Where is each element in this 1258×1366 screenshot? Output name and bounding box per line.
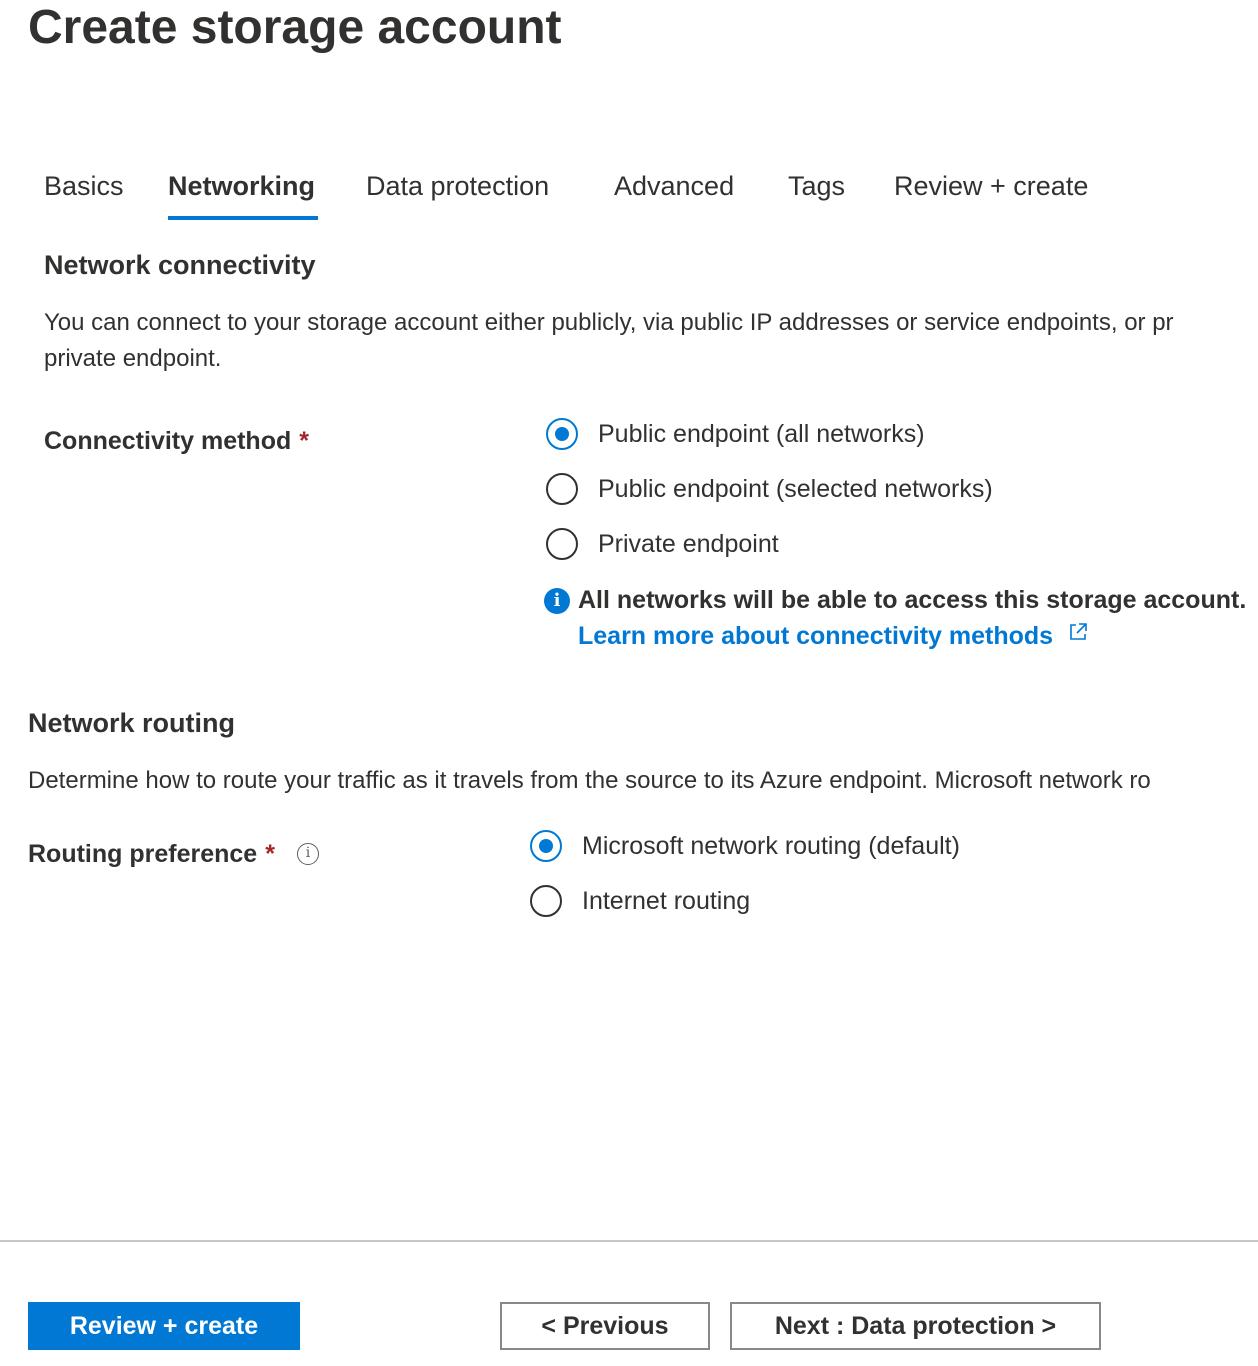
- learn-more-connectivity-link[interactable]: Learn more about connectivity methods: [578, 618, 1088, 654]
- previous-button[interactable]: < Previous: [500, 1302, 710, 1350]
- network-connectivity-heading: Network connectivity: [44, 250, 316, 280]
- network-connectivity-description-line2: private endpoint.: [44, 345, 222, 372]
- radio-button-checked[interactable]: [530, 830, 562, 862]
- radio-label: Public endpoint (all networks): [598, 419, 925, 448]
- connectivity-method-label: Connectivity method *: [44, 423, 309, 459]
- radio-private-endpoint[interactable]: Private endpoint: [546, 524, 993, 564]
- learn-more-link-text: Learn more about connectivity methods: [578, 622, 1054, 650]
- routing-preference-label-text: Routing preference: [28, 840, 258, 868]
- routing-preference-radio-group: Microsoft network routing (default) Inte…: [530, 826, 960, 921]
- radio-button[interactable]: [546, 528, 578, 560]
- radio-public-endpoint-selected[interactable]: Public endpoint (selected networks): [546, 469, 993, 509]
- network-routing-description: Determine how to route your traffic as i…: [28, 767, 1151, 794]
- connectivity-info-message: All networks will be able to access this…: [578, 586, 1247, 614]
- radio-label: Internet routing: [582, 886, 751, 915]
- connectivity-method-radio-group: Public endpoint (all networks) Public en…: [546, 414, 993, 564]
- radio-label: Public endpoint (selected networks): [598, 474, 993, 503]
- active-tab-indicator: [168, 216, 318, 220]
- external-link-icon: [1070, 623, 1087, 640]
- radio-public-endpoint-all[interactable]: Public endpoint (all networks): [546, 414, 993, 454]
- radio-button-checked[interactable]: [546, 418, 578, 450]
- routing-preference-label: Routing preference *: [28, 836, 275, 872]
- connectivity-method-label-text: Connectivity method: [44, 427, 292, 455]
- radio-microsoft-network-routing[interactable]: Microsoft network routing (default): [530, 826, 960, 866]
- tab-networking[interactable]: Networking: [168, 166, 315, 206]
- page-title: Create storage account: [28, 1, 562, 54]
- tab-data-protection[interactable]: Data protection: [366, 166, 549, 206]
- radio-button[interactable]: [546, 473, 578, 505]
- tab-basics[interactable]: Basics: [44, 166, 124, 206]
- info-icon: i: [544, 588, 570, 614]
- required-asterisk: *: [299, 427, 309, 455]
- info-outline-icon[interactable]: i: [297, 843, 319, 865]
- tab-advanced[interactable]: Advanced: [614, 166, 734, 206]
- tab-review-create[interactable]: Review + create: [894, 166, 1088, 206]
- network-connectivity-description-line1: You can connect to your storage account …: [44, 309, 1174, 336]
- radio-label: Private endpoint: [598, 529, 779, 558]
- footer-divider: [0, 1240, 1258, 1242]
- review-create-button[interactable]: Review + create: [28, 1302, 300, 1350]
- network-routing-heading: Network routing: [28, 708, 235, 738]
- tab-tags[interactable]: Tags: [788, 166, 845, 206]
- required-asterisk: *: [265, 840, 275, 868]
- radio-button[interactable]: [530, 885, 562, 917]
- next-data-protection-button[interactable]: Next : Data protection >: [730, 1302, 1101, 1350]
- radio-internet-routing[interactable]: Internet routing: [530, 881, 960, 921]
- radio-label: Microsoft network routing (default): [582, 831, 960, 860]
